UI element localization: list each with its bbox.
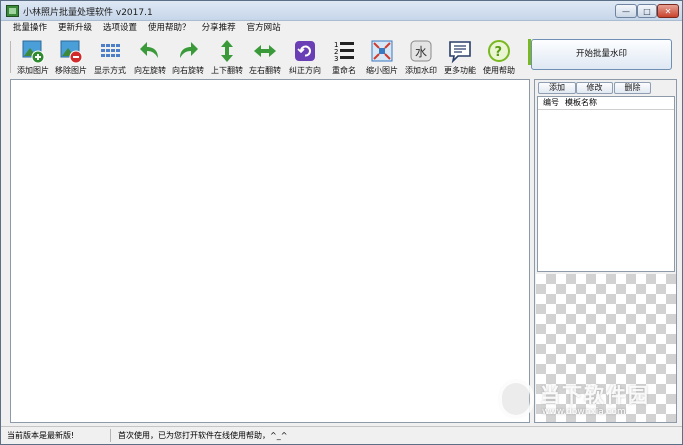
flip-horizontal-icon	[252, 38, 278, 64]
help-label: 使用帮助	[483, 66, 515, 75]
add-template-button[interactable]: 添加	[538, 82, 576, 94]
display-mode-label: 显示方式	[94, 66, 126, 75]
toolbar-grip	[10, 41, 11, 73]
help-status: 首次使用，已为您打开软件在线使用帮助，^_^	[118, 431, 288, 440]
add-picture-label: 添加图片	[17, 66, 49, 75]
watermark-preview	[536, 274, 676, 422]
rotate-left-button[interactable]: 向左旋转	[131, 35, 169, 77]
display-mode-icon	[97, 38, 123, 64]
menu-help[interactable]: 使用帮助？	[148, 21, 191, 35]
rotate-right-button[interactable]: 向右旋转	[169, 35, 207, 77]
app-window: 小林照片批量处理软件 v2017.1 — □ ✕ 批量操作 更新升级 选项设置 …	[0, 0, 683, 445]
display-mode-button[interactable]: 显示方式	[91, 35, 129, 77]
add-watermark-icon: 水	[408, 38, 434, 64]
remove-picture-label: 移除图片	[55, 66, 87, 75]
flip-horizontal-button[interactable]: 左右翻转	[246, 35, 284, 77]
rotate-right-label: 向右旋转	[172, 66, 204, 75]
correct-orientation-icon	[292, 38, 318, 64]
close-button[interactable]: ✕	[657, 4, 679, 18]
correct-orientation-label: 纠正方向	[289, 66, 321, 75]
remove-picture-button[interactable]: 移除图片	[53, 35, 89, 77]
more-functions-label: 更多功能	[444, 66, 476, 75]
rename-button[interactable]: 1 2 3 重命名	[327, 35, 361, 77]
shrink-picture-button[interactable]: 缩小图片	[363, 35, 401, 77]
rename-label: 重命名	[332, 66, 356, 75]
edit-template-button[interactable]: 修改	[576, 82, 613, 94]
add-watermark-label: 添加水印	[405, 66, 437, 75]
help-icon: ?	[486, 38, 512, 64]
rotate-left-label: 向左旋转	[134, 66, 166, 75]
toolbar: 添加图片 移除图片 显示方式 向左旋转 向右旋转 上下翻转 左右翻转 纠正方向 …	[1, 35, 531, 77]
add-watermark-button[interactable]: 水 添加水印	[402, 35, 440, 77]
app-icon	[6, 5, 19, 17]
version-status: 当前版本是最新版!	[7, 431, 75, 440]
rotate-right-icon	[175, 38, 201, 64]
template-panel: 添加 修改 删除 编号 模板名称	[534, 79, 677, 423]
template-list[interactable]: 编号 模板名称	[537, 96, 675, 272]
status-divider	[110, 429, 111, 442]
title-bar[interactable]: 小林照片批量处理软件 v2017.1 — □ ✕	[1, 1, 682, 21]
menu-share[interactable]: 分享推荐	[202, 21, 236, 35]
column-id[interactable]: 编号	[543, 97, 559, 109]
start-batch-watermark-button[interactable]: 开始批量水印	[531, 39, 672, 70]
more-functions-icon	[447, 38, 473, 64]
maximize-button[interactable]: □	[637, 4, 657, 18]
status-bar: 当前版本是最新版! 首次使用，已为您打开软件在线使用帮助，^_^	[1, 426, 682, 444]
flip-vertical-button[interactable]: 上下翻转	[208, 35, 246, 77]
svg-text:水: 水	[415, 45, 427, 59]
menu-batch[interactable]: 批量操作	[13, 21, 47, 35]
help-button[interactable]: ? 使用帮助	[480, 35, 518, 77]
more-functions-button[interactable]: 更多功能	[441, 35, 479, 77]
add-picture-icon	[20, 38, 46, 64]
image-list-area[interactable]	[10, 79, 530, 423]
remove-picture-icon	[58, 38, 84, 64]
menu-website[interactable]: 官方网站	[247, 21, 281, 35]
shrink-picture-label: 缩小图片	[366, 66, 398, 75]
menu-update[interactable]: 更新升级	[58, 21, 92, 35]
svg-text:3: 3	[334, 55, 338, 63]
delete-template-button[interactable]: 删除	[614, 82, 651, 94]
minimize-button[interactable]: —	[615, 4, 637, 18]
rotate-left-icon	[137, 38, 163, 64]
shrink-picture-icon	[369, 38, 395, 64]
rename-icon: 1 2 3	[331, 38, 357, 64]
window-title: 小林照片批量处理软件 v2017.1	[23, 8, 153, 18]
flip-vertical-label: 上下翻转	[211, 66, 243, 75]
menu-bar: 批量操作 更新升级 选项设置 使用帮助？ 分享推荐 官方网站	[1, 21, 682, 35]
column-template-name[interactable]: 模板名称	[565, 97, 597, 109]
flip-vertical-icon	[214, 38, 240, 64]
add-picture-button[interactable]: 添加图片	[15, 35, 51, 77]
template-list-header: 编号 模板名称	[538, 97, 674, 110]
flip-horizontal-label: 左右翻转	[249, 66, 281, 75]
svg-text:?: ?	[495, 45, 503, 60]
correct-orientation-button[interactable]: 纠正方向	[285, 35, 325, 77]
menu-options[interactable]: 选项设置	[103, 21, 137, 35]
